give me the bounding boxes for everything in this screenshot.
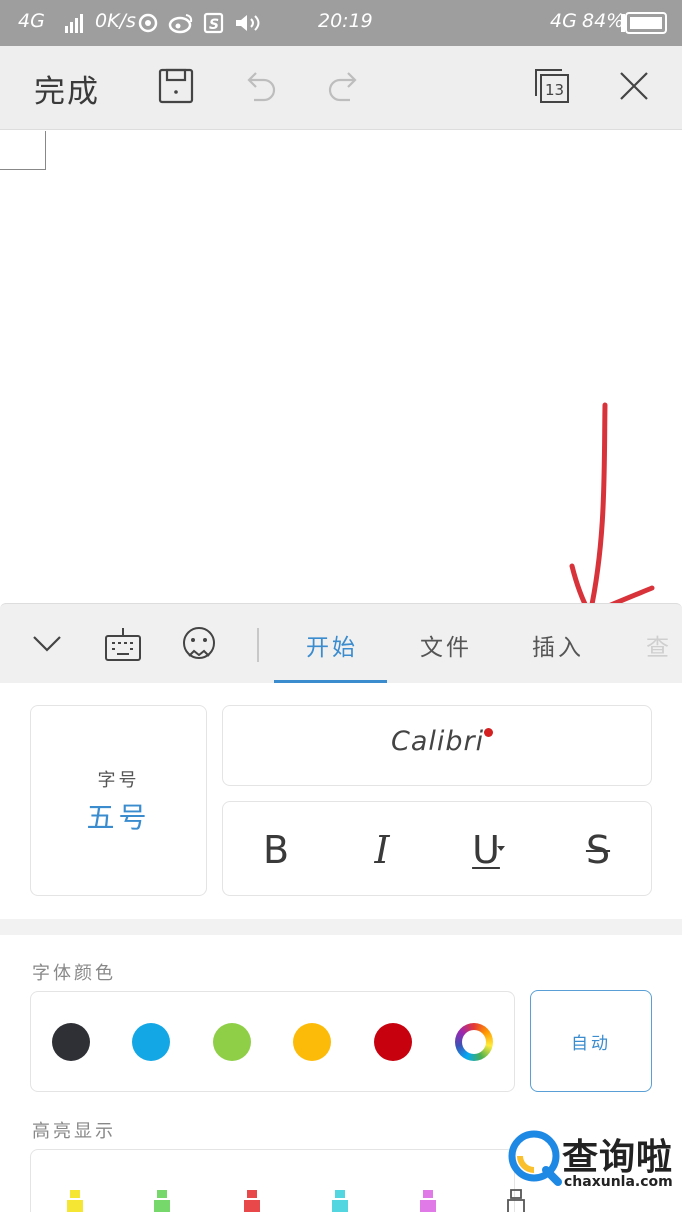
tab-review[interactable]: 查 — [646, 628, 672, 662]
close-icon[interactable] — [614, 66, 654, 106]
voice-assistant-icon[interactable] — [180, 624, 218, 668]
clock: 20:19 — [318, 10, 373, 32]
tab-insert[interactable]: 插入 — [532, 628, 584, 662]
signal-icon — [64, 12, 86, 39]
strikethrough-button[interactable]: S — [573, 826, 623, 874]
swatch-black[interactable] — [52, 1023, 90, 1061]
font-size-button[interactable]: 字号 五号 — [30, 705, 207, 896]
network-type-2: 4G — [550, 10, 577, 32]
highlighter-pink-icon[interactable] — [417, 1188, 439, 1212]
network-type: 4G — [18, 10, 45, 32]
highlighter-cyan-icon[interactable] — [329, 1188, 351, 1212]
watermark-logo: 查询啦 chaxunla.com — [500, 1122, 682, 1212]
watermark-text: 查询啦 — [562, 1137, 674, 1178]
italic-button[interactable]: I — [357, 826, 407, 874]
weibo-icon — [168, 14, 193, 34]
page-count-icon[interactable]: 13 — [532, 66, 572, 106]
search-logo-icon — [508, 1130, 562, 1186]
notification-icons: S — [138, 11, 268, 40]
swatch-yellow[interactable] — [293, 1023, 331, 1061]
document-canvas[interactable] — [0, 131, 682, 603]
page-count-text: 13 — [545, 81, 564, 99]
format-panel: 字号 五号 Calibri B I U S — [0, 683, 682, 919]
page-corner-marker — [0, 131, 46, 170]
highlighter-yellow-icon[interactable] — [64, 1188, 86, 1212]
tab-divider — [257, 628, 259, 662]
font-size-value: 五号 — [86, 801, 151, 834]
status-bar: 4G 0K/s S 20:19 4G 84% — [0, 0, 682, 46]
s-app-icon: S — [203, 12, 224, 34]
highlighter-green-icon[interactable] — [151, 1188, 173, 1212]
redo-icon[interactable] — [324, 66, 364, 106]
keyboard-icon[interactable] — [104, 626, 142, 666]
network-speed: 0K/s — [95, 10, 136, 32]
save-icon[interactable] — [156, 66, 196, 106]
auto-color-button[interactable]: 自动 — [530, 990, 652, 1092]
font-name-button[interactable]: Calibri — [222, 705, 652, 786]
text-style-group: B I U S — [222, 801, 652, 896]
section-divider — [0, 919, 682, 935]
collapse-chevron-icon[interactable] — [30, 626, 64, 664]
battery-icon — [620, 12, 668, 39]
swatch-blue[interactable] — [132, 1023, 170, 1061]
custom-color-wheel-icon[interactable] — [455, 1023, 493, 1061]
watermark-url: chaxunla.com — [564, 1174, 673, 1190]
undo-icon[interactable] — [240, 66, 280, 106]
color-swatch-group — [30, 991, 515, 1092]
highlight-marker-group — [30, 1149, 525, 1212]
font-indicator-dot — [484, 728, 493, 737]
auto-color-label: 自动 — [571, 1034, 611, 1054]
editor-toolbar: 完成 13 — [0, 46, 682, 130]
font-size-label: 字号 — [97, 770, 140, 791]
swatch-red[interactable] — [374, 1023, 412, 1061]
tab-home[interactable]: 开始 — [306, 628, 358, 662]
svg-text:S: S — [209, 17, 219, 33]
font-name-value: Calibri — [391, 726, 485, 757]
highlight-label: 高亮显示 — [32, 1121, 116, 1142]
swatch-green[interactable] — [213, 1023, 251, 1061]
volume-icon — [236, 15, 260, 31]
ribbon-tab-bar: 开始 文件 插入 查 — [0, 603, 682, 684]
netease-icon — [138, 13, 158, 33]
battery-percent: 84% — [582, 10, 625, 32]
bold-button[interactable]: B — [251, 826, 301, 874]
underline-dropdown-icon[interactable] — [497, 846, 505, 851]
done-button[interactable]: 完成 — [34, 66, 100, 111]
tab-file[interactable]: 文件 — [420, 628, 472, 662]
font-color-label: 字体颜色 — [32, 963, 116, 984]
highlighter-red-icon[interactable] — [241, 1188, 263, 1212]
